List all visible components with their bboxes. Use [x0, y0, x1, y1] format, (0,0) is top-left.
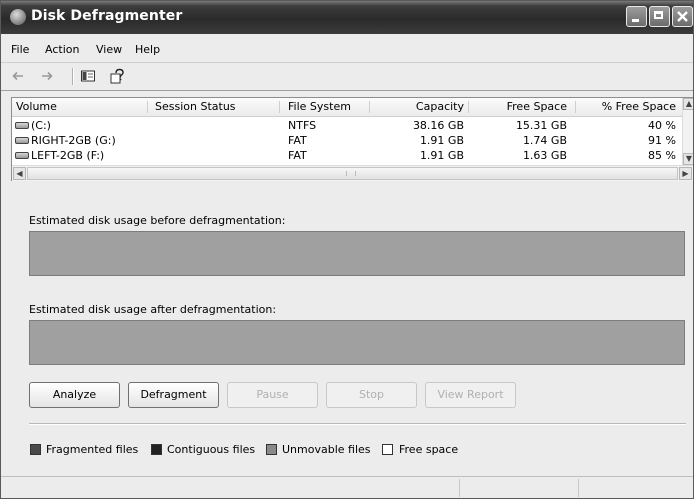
free-space-swatch — [382, 444, 393, 455]
defragmenter-app-icon — [10, 9, 26, 25]
volume-capacity: 1.91 GB — [419, 149, 464, 162]
column-volume[interactable]: Volume — [16, 100, 57, 113]
volume-percent-free: 85 % — [648, 149, 676, 162]
help-icon[interactable] — [109, 68, 125, 84]
volume-free-space: 1.74 GB — [522, 134, 567, 147]
title-bar[interactable]: Disk Defragmenter — [1, 1, 693, 34]
horizontal-scroll-thumb[interactable] — [27, 167, 678, 180]
menu-bar: File Action View Help — [1, 34, 693, 63]
unmovable-files-swatch — [266, 444, 277, 455]
volume-file-system: FAT — [288, 149, 307, 162]
column-free-space[interactable]: Free Space — [507, 100, 567, 113]
divider-line — [29, 423, 686, 425]
window-title: Disk Defragmenter — [31, 8, 183, 24]
volume-name: RIGHT-2GB (G:) — [31, 134, 116, 147]
after-defrag-label: Estimated disk usage after defragmentati… — [29, 303, 277, 316]
volume-percent-free: 91 % — [648, 134, 676, 147]
maximize-button[interactable] — [649, 6, 670, 27]
pause-button[interactable]: Pause — [227, 382, 318, 408]
column-divider[interactable] — [279, 101, 280, 113]
column-percent-free-space[interactable]: % Free Space — [602, 100, 676, 113]
close-button[interactable] — [672, 6, 693, 27]
toolbar — [1, 63, 693, 91]
analyze-button[interactable]: Analyze — [29, 382, 120, 408]
status-bar — [1, 476, 693, 498]
show-hide-pane-icon[interactable] — [80, 68, 96, 84]
volume-row[interactable]: RIGHT-2GB (G:) FAT 1.91 GB 1.74 GB 91 % — [12, 134, 682, 148]
volume-list-header: Volume Session Status File System Capaci… — [12, 98, 682, 117]
stop-button[interactable]: Stop — [326, 382, 417, 408]
legend-contiguous-files: Contiguous files — [167, 443, 256, 456]
minimize-button[interactable] — [626, 6, 647, 27]
fragmented-files-swatch — [30, 444, 41, 455]
hard-drive-icon — [15, 152, 29, 159]
volume-row[interactable]: LEFT-2GB (F:) FAT 1.91 GB 1.63 GB 85 % — [12, 149, 682, 163]
scroll-grip-icon — [346, 171, 356, 176]
scroll-up-icon[interactable]: ▲ — [683, 98, 693, 110]
usage-before-display — [29, 231, 685, 276]
usage-after-display — [29, 320, 685, 365]
volume-name: (C:) — [31, 119, 51, 132]
hard-drive-icon — [15, 122, 29, 129]
volume-file-system: NTFS — [288, 119, 317, 132]
scroll-down-icon[interactable]: ▼ — [683, 153, 693, 165]
legend-fragmented-files: Fragmented files — [46, 443, 139, 456]
volume-free-space: 15.31 GB — [515, 119, 567, 132]
menu-help[interactable]: Help — [135, 43, 160, 56]
toolbar-separator — [72, 68, 74, 85]
status-bar-pane — [578, 479, 579, 497]
column-divider[interactable] — [575, 101, 576, 113]
legend-unmovable-files: Unmovable files — [282, 443, 371, 456]
column-divider[interactable] — [369, 101, 370, 113]
back-arrow-icon[interactable] — [10, 68, 26, 84]
vertical-scrollbar[interactable]: ▲ ▼ — [682, 98, 693, 165]
volume-row[interactable]: (C:) NTFS 38.16 GB 15.31 GB 40 % — [12, 119, 682, 133]
before-defrag-label: Estimated disk usage before defragmentat… — [29, 214, 286, 227]
column-file-system[interactable]: File System — [288, 100, 351, 113]
scroll-left-icon[interactable]: ◀ — [13, 167, 26, 180]
volume-capacity: 38.16 GB — [412, 119, 464, 132]
column-divider[interactable] — [468, 101, 469, 113]
menu-action[interactable]: Action — [45, 43, 79, 56]
volume-free-space: 1.63 GB — [522, 149, 567, 162]
horizontal-scrollbar[interactable]: ◀ ▶ — [12, 165, 693, 181]
column-divider[interactable] — [147, 101, 148, 113]
close-icon — [677, 11, 688, 22]
volume-percent-free: 40 % — [648, 119, 676, 132]
column-capacity[interactable]: Capacity — [416, 100, 464, 113]
volume-name: LEFT-2GB (F:) — [31, 149, 105, 162]
status-bar-pane — [459, 479, 460, 497]
defragment-button[interactable]: Defragment — [128, 382, 219, 408]
volume-file-system: FAT — [288, 134, 307, 147]
volume-list[interactable]: Volume Session Status File System Capaci… — [11, 97, 693, 181]
forward-arrow-icon[interactable] — [39, 68, 55, 84]
volume-capacity: 1.91 GB — [419, 134, 464, 147]
legend-free-space: Free space — [399, 443, 459, 456]
menu-file[interactable]: File — [11, 43, 29, 56]
scroll-right-icon[interactable]: ▶ — [679, 167, 692, 180]
menu-view[interactable]: View — [96, 43, 122, 56]
hard-drive-icon — [15, 137, 29, 144]
contiguous-files-swatch — [151, 444, 162, 455]
view-report-button[interactable]: View Report — [425, 382, 516, 408]
column-session-status[interactable]: Session Status — [155, 100, 236, 113]
disk-defragmenter-window: Disk Defragmenter File Action View Help — [0, 0, 694, 499]
